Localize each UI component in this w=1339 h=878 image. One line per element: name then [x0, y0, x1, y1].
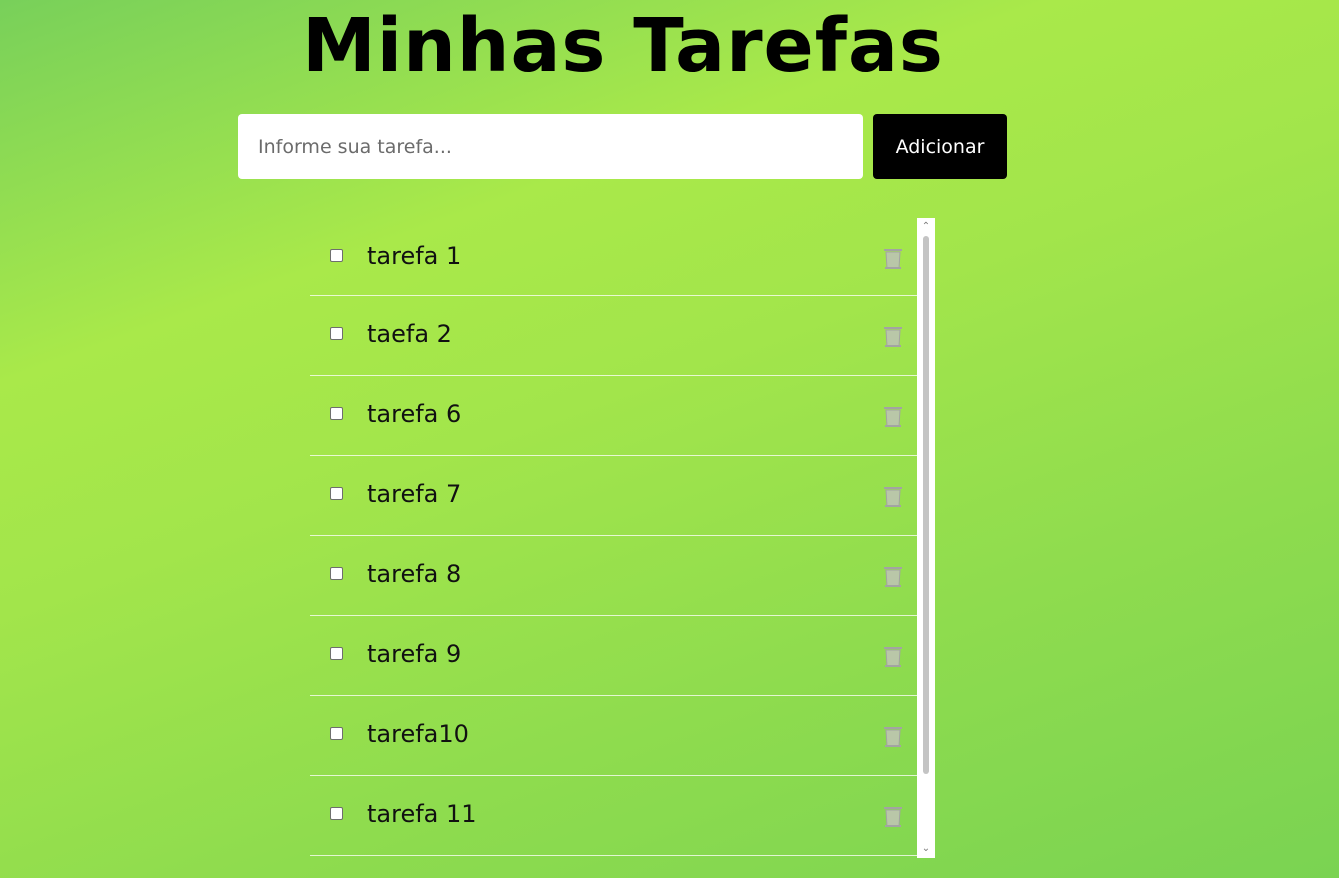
task-item: tarefa 7	[310, 456, 917, 536]
page-title: Minhas Tarefas	[302, 3, 944, 89]
task-checkbox[interactable]	[330, 487, 343, 500]
task-list: tarefa 1 taefa 2 tarefa 6 tarefa 7 taref…	[310, 218, 917, 858]
task-label: tarefa 11	[367, 800, 477, 828]
task-label: tarefa 9	[367, 640, 462, 668]
task-item: tarefa 9	[310, 616, 917, 696]
list-scrollbar[interactable]: ⌃ ⌄	[917, 218, 935, 858]
trash-icon[interactable]	[883, 486, 903, 508]
task-checkbox[interactable]	[330, 327, 343, 340]
add-task-button[interactable]: Adicionar	[873, 114, 1007, 179]
task-checkbox[interactable]	[330, 407, 343, 420]
task-item: tarefa 1	[310, 218, 917, 296]
task-list-container: tarefa 1 taefa 2 tarefa 6 tarefa 7 taref…	[310, 218, 935, 858]
chevron-down-icon[interactable]: ⌄	[917, 842, 935, 856]
trash-icon[interactable]	[883, 406, 903, 428]
task-input[interactable]	[238, 114, 863, 179]
task-item: tarefa10	[310, 696, 917, 776]
task-label: tarefa 7	[367, 480, 462, 508]
trash-icon[interactable]	[883, 646, 903, 668]
task-checkbox[interactable]	[330, 567, 343, 580]
scrollbar-thumb[interactable]	[923, 236, 929, 774]
trash-icon[interactable]	[883, 248, 903, 270]
task-label: tarefa 8	[367, 560, 462, 588]
task-checkbox[interactable]	[330, 727, 343, 740]
task-checkbox[interactable]	[330, 807, 343, 820]
add-task-form: Adicionar	[238, 114, 1007, 179]
task-checkbox[interactable]	[330, 249, 343, 262]
task-label: tarefa 6	[367, 400, 462, 428]
trash-icon[interactable]	[883, 566, 903, 588]
task-item: tarefa 6	[310, 376, 917, 456]
task-item: taefa 2	[310, 296, 917, 376]
trash-icon[interactable]	[883, 326, 903, 348]
task-label: taefa 2	[367, 320, 452, 348]
trash-icon[interactable]	[883, 806, 903, 828]
task-item: tarefa 8	[310, 536, 917, 616]
task-label: tarefa 1	[367, 242, 462, 270]
task-item: tarefa 11	[310, 776, 917, 856]
trash-icon[interactable]	[883, 726, 903, 748]
task-checkbox[interactable]	[330, 647, 343, 660]
chevron-up-icon[interactable]: ⌃	[917, 220, 935, 234]
task-label: tarefa10	[367, 720, 469, 748]
